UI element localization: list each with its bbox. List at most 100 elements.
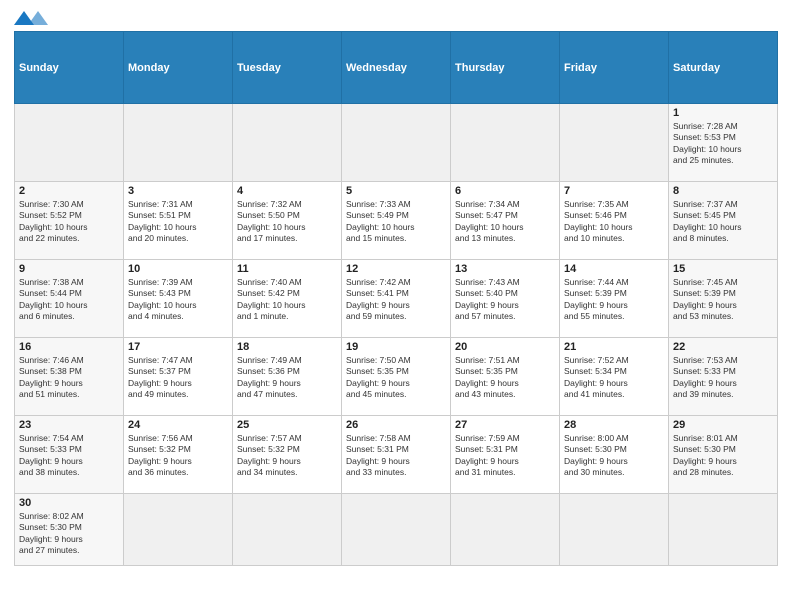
- day-info: Sunrise: 7:53 AM Sunset: 5:33 PM Dayligh…: [673, 355, 773, 401]
- day-number: 3: [128, 185, 228, 197]
- day-info: Sunrise: 7:44 AM Sunset: 5:39 PM Dayligh…: [564, 277, 664, 323]
- calendar-cell: 10Sunrise: 7:39 AM Sunset: 5:43 PM Dayli…: [124, 260, 233, 338]
- calendar-cell: 13 Sunrise: 7:43 AM Sunset: 5:40 PM Dayli…: [451, 260, 560, 338]
- weekday-header: Sunday: [15, 32, 124, 104]
- day-number: 15: [673, 263, 773, 275]
- calendar-cell: 4Sunrise: 7:32 AM Sunset: 5:50 PM Daylig…: [233, 182, 342, 260]
- day-info: Sunrise: 7:35 AM Sunset: 5:46 PM Dayligh…: [564, 199, 664, 245]
- day-info: Sunrise: 7:38 AM Sunset: 5:44 PM Dayligh…: [19, 277, 119, 323]
- day-number: 14: [564, 263, 664, 275]
- calendar-cell: [560, 494, 669, 566]
- calendar-cell: 21Sunrise: 7:52 AM Sunset: 5:34 PM Dayli…: [560, 338, 669, 416]
- day-info: Sunrise: 7:49 AM Sunset: 5:36 PM Dayligh…: [237, 355, 337, 401]
- header: [14, 10, 778, 25]
- calendar-cell: 24Sunrise: 7:56 AM Sunset: 5:32 PM Dayli…: [124, 416, 233, 494]
- calendar-week-row: 30Sunrise: 8:02 AM Sunset: 5:30 PM Dayli…: [15, 494, 778, 566]
- day-info: Sunrise: 7:54 AM Sunset: 5:33 PM Dayligh…: [19, 433, 119, 479]
- day-info: Sunrise: 7:34 AM Sunset: 5:47 PM Dayligh…: [455, 199, 555, 245]
- calendar-week-row: 16Sunrise: 7:46 AM Sunset: 5:38 PM Dayli…: [15, 338, 778, 416]
- day-number: 27: [455, 419, 555, 431]
- day-number: 10: [128, 263, 228, 275]
- day-number: 29: [673, 419, 773, 431]
- calendar-cell: 8 Sunrise: 7:37 AM Sunset: 5:45 PM Daylig…: [669, 182, 778, 260]
- calendar-cell: 14 Sunrise: 7:44 AM Sunset: 5:39 PM Dayli…: [560, 260, 669, 338]
- calendar-table: SundayMondayTuesdayWednesdayThursdayFrid…: [14, 31, 778, 566]
- day-info: Sunrise: 8:01 AM Sunset: 5:30 PM Dayligh…: [673, 433, 773, 479]
- day-info: Sunrise: 7:59 AM Sunset: 5:31 PM Dayligh…: [455, 433, 555, 479]
- day-info: Sunrise: 7:58 AM Sunset: 5:31 PM Dayligh…: [346, 433, 446, 479]
- day-number: 7: [564, 185, 664, 197]
- day-number: 22: [673, 341, 773, 353]
- day-number: 13: [455, 263, 555, 275]
- calendar-cell: 2 Sunrise: 7:30 AM Sunset: 5:52 PM Daylig…: [15, 182, 124, 260]
- day-number: 20: [455, 341, 555, 353]
- calendar-cell: [15, 104, 124, 182]
- calendar-cell: 3Sunrise: 7:31 AM Sunset: 5:51 PM Daylig…: [124, 182, 233, 260]
- calendar-header-row: SundayMondayTuesdayWednesdayThursdayFrid…: [15, 32, 778, 104]
- calendar-cell: [233, 104, 342, 182]
- calendar-cell: 25 Sunrise: 7:57 AM Sunset: 5:32 PM Dayli…: [233, 416, 342, 494]
- calendar-cell: 23 Sunrise: 7:54 AM Sunset: 5:33 PM Dayli…: [15, 416, 124, 494]
- day-number: 4: [237, 185, 337, 197]
- calendar-week-row: 1 Sunrise: 7:28 AM Sunset: 5:53 PM Daylig…: [15, 104, 778, 182]
- day-number: 1: [673, 107, 773, 119]
- calendar-cell: [124, 494, 233, 566]
- calendar-cell: 6 Sunrise: 7:34 AM Sunset: 5:47 PM Daylig…: [451, 182, 560, 260]
- calendar-week-row: 2 Sunrise: 7:30 AM Sunset: 5:52 PM Daylig…: [15, 182, 778, 260]
- calendar-cell: [451, 104, 560, 182]
- day-number: 19: [346, 341, 446, 353]
- day-info: Sunrise: 7:28 AM Sunset: 5:53 PM Dayligh…: [673, 121, 773, 167]
- day-number: 2: [19, 185, 119, 197]
- day-number: 21: [564, 341, 664, 353]
- day-number: 17: [128, 341, 228, 353]
- calendar-cell: 9 Sunrise: 7:38 AM Sunset: 5:44 PM Daylig…: [15, 260, 124, 338]
- calendar-cell: 29 Sunrise: 8:01 AM Sunset: 5:30 PM Dayli…: [669, 416, 778, 494]
- weekday-header: Wednesday: [342, 32, 451, 104]
- weekday-header: Friday: [560, 32, 669, 104]
- day-number: 5: [346, 185, 446, 197]
- logo: [14, 10, 50, 25]
- day-info: Sunrise: 7:56 AM Sunset: 5:32 PM Dayligh…: [128, 433, 228, 479]
- day-number: 30: [19, 497, 119, 509]
- day-info: Sunrise: 7:51 AM Sunset: 5:35 PM Dayligh…: [455, 355, 555, 401]
- calendar-cell: [560, 104, 669, 182]
- day-number: 26: [346, 419, 446, 431]
- calendar-cell: 12 Sunrise: 7:42 AM Sunset: 5:41 PM Dayli…: [342, 260, 451, 338]
- calendar-cell: [451, 494, 560, 566]
- day-number: 25: [237, 419, 337, 431]
- weekday-header: Monday: [124, 32, 233, 104]
- day-number: 9: [19, 263, 119, 275]
- day-info: Sunrise: 7:33 AM Sunset: 5:49 PM Dayligh…: [346, 199, 446, 245]
- day-number: 6: [455, 185, 555, 197]
- weekday-header: Saturday: [669, 32, 778, 104]
- calendar-cell: 7 Sunrise: 7:35 AM Sunset: 5:46 PM Daylig…: [560, 182, 669, 260]
- calendar-cell: [342, 104, 451, 182]
- calendar-cell: 30Sunrise: 8:02 AM Sunset: 5:30 PM Dayli…: [15, 494, 124, 566]
- day-info: Sunrise: 7:45 AM Sunset: 5:39 PM Dayligh…: [673, 277, 773, 323]
- calendar-cell: [342, 494, 451, 566]
- calendar-cell: 16Sunrise: 7:46 AM Sunset: 5:38 PM Dayli…: [15, 338, 124, 416]
- day-info: Sunrise: 7:37 AM Sunset: 5:45 PM Dayligh…: [673, 199, 773, 245]
- day-info: Sunrise: 7:43 AM Sunset: 5:40 PM Dayligh…: [455, 277, 555, 323]
- day-number: 12: [346, 263, 446, 275]
- calendar-cell: 1 Sunrise: 7:28 AM Sunset: 5:53 PM Daylig…: [669, 104, 778, 182]
- calendar-cell: 26 Sunrise: 7:58 AM Sunset: 5:31 PM Dayli…: [342, 416, 451, 494]
- day-info: Sunrise: 7:46 AM Sunset: 5:38 PM Dayligh…: [19, 355, 119, 401]
- day-info: Sunrise: 7:42 AM Sunset: 5:41 PM Dayligh…: [346, 277, 446, 323]
- calendar-cell: 15 Sunrise: 7:45 AM Sunset: 5:39 PM Dayli…: [669, 260, 778, 338]
- calendar-cell: 28 Sunrise: 8:00 AM Sunset: 5:30 PM Dayli…: [560, 416, 669, 494]
- day-number: 18: [237, 341, 337, 353]
- calendar-cell: 20 Sunrise: 7:51 AM Sunset: 5:35 PM Dayli…: [451, 338, 560, 416]
- day-info: Sunrise: 7:30 AM Sunset: 5:52 PM Dayligh…: [19, 199, 119, 245]
- calendar-cell: [233, 494, 342, 566]
- day-info: Sunrise: 7:40 AM Sunset: 5:42 PM Dayligh…: [237, 277, 337, 323]
- day-info: Sunrise: 8:00 AM Sunset: 5:30 PM Dayligh…: [564, 433, 664, 479]
- day-info: Sunrise: 7:50 AM Sunset: 5:35 PM Dayligh…: [346, 355, 446, 401]
- day-number: 8: [673, 185, 773, 197]
- day-number: 28: [564, 419, 664, 431]
- day-info: Sunrise: 7:57 AM Sunset: 5:32 PM Dayligh…: [237, 433, 337, 479]
- calendar-cell: [124, 104, 233, 182]
- day-number: 23: [19, 419, 119, 431]
- calendar-cell: 19 Sunrise: 7:50 AM Sunset: 5:35 PM Dayli…: [342, 338, 451, 416]
- calendar-week-row: 23 Sunrise: 7:54 AM Sunset: 5:33 PM Dayli…: [15, 416, 778, 494]
